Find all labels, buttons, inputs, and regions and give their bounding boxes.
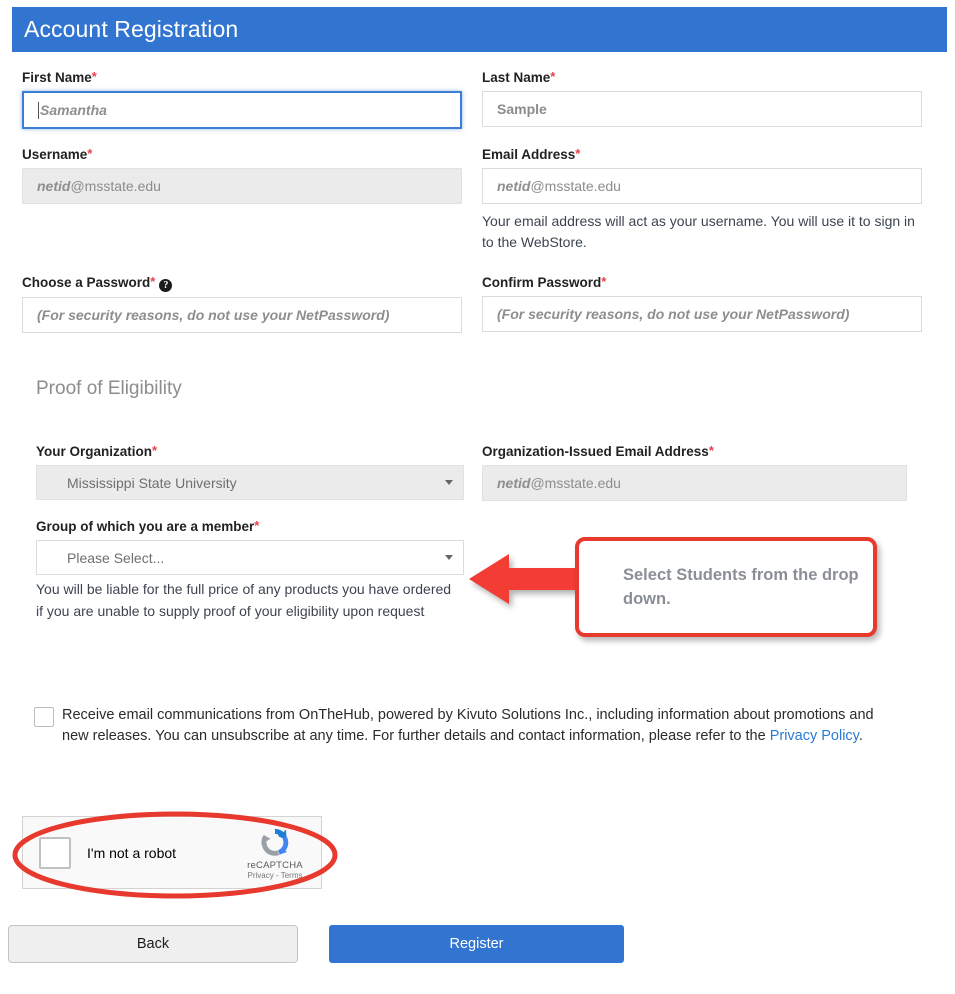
page-header: Account Registration [12,7,947,52]
required-asterisk: * [87,146,93,161]
username-placeholder-prefix: netid [37,178,71,194]
recaptcha-fine-print: Privacy - Terms [247,870,303,880]
required-asterisk: * [601,274,607,289]
first-name-input[interactable]: Samantha [22,91,462,129]
privacy-policy-link[interactable]: Privacy Policy [770,728,859,744]
field-group-email: Email Address* netid @msstate.edu Your em… [470,147,940,253]
recaptcha-brand-name: reCAPTCHA [247,859,303,871]
org-email-input[interactable]: netid @msstate.edu [482,465,907,501]
recaptcha-checkbox[interactable] [39,836,71,869]
required-asterisk: * [575,146,581,161]
consent-text: Receive email communications from OnTheH… [22,705,902,747]
first-name-placeholder: Samantha [40,102,107,118]
group-label: Group of which you are a member* [36,518,260,534]
group-select[interactable]: Please Select... [36,540,464,575]
organization-select[interactable]: Mississippi State University [36,465,464,500]
form-row-username-email: Username* netid @msstate.edu Email Addres… [0,147,955,253]
confirm-password-input[interactable]: (For security reasons, do not use your N… [482,296,922,332]
email-placeholder-suffix: @msstate.edu [530,178,621,194]
org-email-label: Organization-Issued Email Address* [482,443,714,459]
required-asterisk: * [152,443,158,458]
field-group-organization: Your Organization* Mississippi State Uni… [0,444,470,501]
field-group-last-name: Last Name* Sample [470,70,940,129]
required-asterisk: * [708,443,714,458]
proof-of-eligibility-heading: Proof of Eligibility [36,378,182,399]
username-label: Username* [22,146,93,162]
email-label: Email Address* [482,146,581,162]
last-name-input[interactable]: Sample [482,91,922,127]
required-asterisk: * [91,69,97,84]
first-name-label: First Name* [22,69,97,85]
form-row-names: First Name* Samantha Last Name* Sample [0,70,955,129]
page-title: Account Registration [24,16,239,42]
email-input[interactable]: netid @msstate.edu [482,168,922,204]
group-liability-note: You will be liable for the full price of… [36,581,452,619]
last-name-placeholder: Sample [497,101,547,117]
last-name-label: Last Name* [482,69,556,85]
required-asterisk: * [254,518,260,533]
password-label: Choose a Password*? [22,275,470,292]
consent-text-after: . [858,728,863,744]
field-group-password: Choose a Password*? (For security reason… [0,275,470,333]
password-input[interactable]: (For security reasons, do not use your N… [22,297,462,333]
org-email-placeholder-suffix: @msstate.edu [530,475,621,491]
username-input[interactable]: netid @msstate.edu [22,168,462,204]
field-group-org-email: Organization-Issued Email Address* netid… [470,444,940,501]
confirm-password-placeholder: (For security reasons, do not use your N… [497,306,850,322]
help-icon[interactable]: ? [159,279,173,292]
field-group-member-group: Group of which you are a member* Please … [0,519,470,622]
consent-section: Receive email communications from OnTheH… [22,705,902,747]
organization-label: Your Organization* [36,443,158,459]
username-placeholder-suffix: @msstate.edu [70,178,161,194]
field-group-username: Username* netid @msstate.edu [0,147,470,253]
org-email-placeholder-prefix: netid [497,475,531,491]
email-placeholder-prefix: netid [497,178,531,194]
annotation-callout-text: Select Students from the drop down. [623,566,859,608]
field-group-confirm-password: Confirm Password* (For security reasons,… [470,275,940,333]
consent-text-before: Receive email communications from OnTheH… [62,707,874,744]
confirm-password-label: Confirm Password* [482,274,607,290]
email-consent-checkbox[interactable] [34,707,54,727]
organization-value: Mississippi State University [67,474,237,491]
text-cursor [38,101,39,119]
back-button[interactable]: Back [8,925,298,963]
group-value: Please Select... [67,549,165,566]
field-group-first-name: First Name* Samantha [0,70,470,129]
recaptcha-widget[interactable]: I'm not a robot reCAPTCHA Privacy - Term… [22,816,322,889]
register-button[interactable]: Register [329,925,624,963]
chevron-down-icon [445,480,453,485]
annotation-arrow [467,548,585,610]
password-placeholder: (For security reasons, do not use your N… [37,307,390,323]
chevron-down-icon [445,555,453,560]
form-row-organization: Your Organization* Mississippi State Uni… [0,444,955,501]
annotation-callout: Select Students from the drop down. [575,537,877,637]
recaptcha-logo-icon [261,828,289,856]
required-asterisk: * [550,69,556,84]
left-arrow-icon [469,554,583,604]
email-hint: Your email address will act as your user… [482,213,915,250]
form-row-passwords: Choose a Password*? (For security reason… [0,275,955,333]
recaptcha-label: I'm not a robot [87,844,177,861]
required-asterisk: * [150,274,156,289]
recaptcha-branding: reCAPTCHA Privacy - Terms [235,825,315,881]
